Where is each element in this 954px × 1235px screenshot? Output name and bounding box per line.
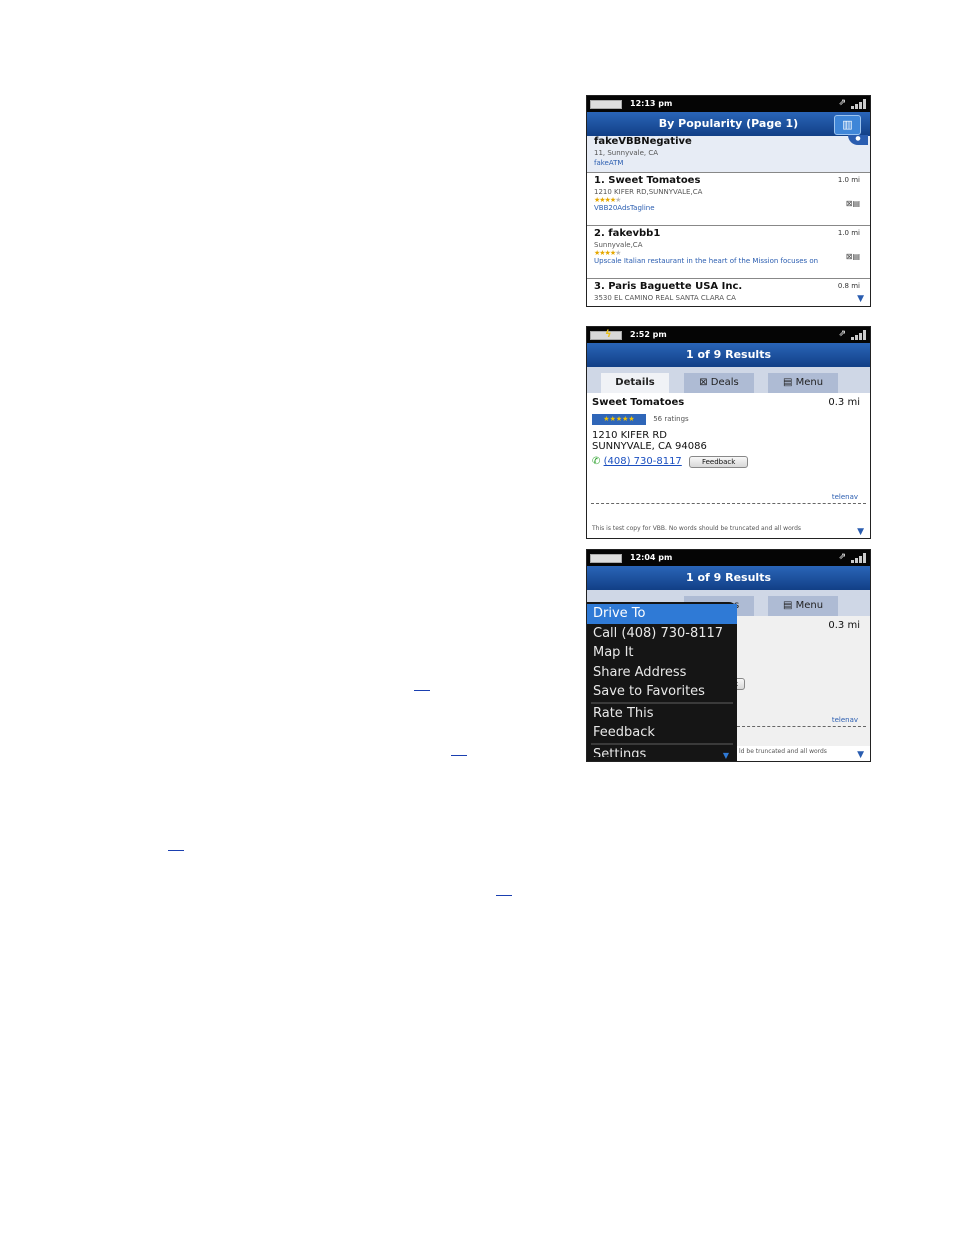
result-distance: 1.0 mi (837, 176, 860, 184)
result-item[interactable]: fakeVBBNegative 11, Sunnyvale, CA fakeAT… (587, 135, 870, 173)
menu-item-save-to-favorites[interactable]: Save to Favorites (587, 682, 737, 702)
menu-item-share-address[interactable]: Share Address (587, 663, 737, 683)
menu-item-rate-this[interactable]: Rate This (587, 704, 737, 724)
place-distance: 0.3 mi (828, 620, 860, 631)
tab-menu[interactable]: ▤ Menu (768, 373, 838, 393)
telenav-logo: telenav (831, 716, 858, 724)
rating-stars: ★★★★★ (594, 249, 621, 257)
deals-menu-icons: ⊠▤ (845, 199, 860, 208)
result-tagline: Upscale Italian restaurant in the heart … (594, 257, 819, 265)
result-item[interactable]: 1. Sweet Tomatoes 1.0 mi 1210 KIFER RD,S… (587, 173, 870, 226)
map-icon: ▥ (842, 118, 853, 131)
context-menu: Drive To Call (408) 730-8117 Map It Shar… (587, 602, 737, 761)
place-distance: 0.3 mi (828, 397, 860, 408)
scroll-down-icon[interactable]: ▼ (857, 294, 864, 304)
telenav-logo: telenav (831, 493, 858, 501)
signal-icon (851, 553, 867, 563)
menu-icon: ▤ (782, 600, 796, 611)
result-tagline: fakeATM (594, 159, 624, 167)
footnote-link[interactable] (451, 755, 467, 756)
title-bar: 1 of 9 Results (587, 566, 870, 590)
address-line2: SUNNYVALE, CA 94086 (592, 441, 707, 452)
phone-link[interactable]: (408) 730-8117 (604, 456, 682, 467)
battery-icon (590, 100, 622, 109)
result-distance: 1.0 mi (837, 229, 860, 237)
scroll-down-icon[interactable]: ▼ (857, 750, 864, 760)
scroll-down-icon[interactable]: ▼ (857, 527, 864, 537)
status-bar: 12:04 pm ⇗ (587, 550, 870, 566)
tab-menu[interactable]: ▤ Menu (768, 596, 838, 616)
menu-item-map-it[interactable]: Map It (587, 643, 737, 663)
details-panel: Sweet Tomatoes 0.3 mi ★★★★★ 56 ratings 1… (587, 393, 870, 523)
rating-stars: ★★★★★ (592, 414, 646, 425)
menu-item-drive-to[interactable]: Drive To (587, 604, 737, 624)
divider (591, 503, 866, 504)
result-item[interactable]: 3. Paris Baguette USA Inc. 0.8 mi 3530 E… (587, 279, 870, 306)
wifi-icon: ⇗ (838, 552, 846, 562)
title-bar: 1 of 9 Results (587, 343, 870, 367)
place-name: Sweet Tomatoes (592, 397, 685, 408)
wifi-icon: ⇗ (838, 329, 846, 339)
signal-icon (851, 99, 867, 109)
page-title: 1 of 9 Results (685, 348, 772, 361)
feedback-button[interactable]: Feedback (688, 456, 749, 468)
divider (737, 726, 866, 727)
map-button[interactable]: ▥ (834, 115, 861, 135)
footer-copy: ld be truncated and all words (739, 748, 827, 755)
signal-icon (851, 330, 867, 340)
phone-icon: ✆ (592, 456, 601, 467)
result-distance: 0.8 mi (837, 282, 860, 290)
tab-deals-label: Deals (710, 377, 739, 388)
page-title: 1 of 9 Results (685, 571, 772, 584)
screenshot-context-menu: 12:04 pm ⇗ 1 of 9 Results s ▤ Menu 0.3 m… (586, 549, 871, 762)
wifi-icon: ⇗ (838, 98, 846, 108)
tab-bar: Details ⊠ Deals ▤ Menu (587, 367, 870, 393)
menu-item-feedback[interactable]: Feedback (587, 723, 737, 743)
screenshot-results-list: 12:13 pm ⇗ By Popularity (Page 1) ▥ fake… (586, 95, 871, 307)
deals-menu-icons: ⊠▤ (845, 252, 860, 261)
footnote-link[interactable] (496, 895, 512, 896)
result-name: 2. fakevbb1 (594, 228, 661, 239)
footer-copy: This is test copy for VBB. No words shou… (592, 525, 802, 532)
address-line1: 1210 KIFER RD (592, 430, 667, 441)
screenshot-details: ϟ 2:52 pm ⇗ 1 of 9 Results Details ⊠ Dea… (586, 326, 871, 539)
page-title: By Popularity (Page 1) (658, 117, 799, 130)
status-time: 2:52 pm (630, 330, 667, 339)
battery-icon (590, 554, 622, 563)
ratings-count: 56 ratings (653, 415, 689, 423)
tab-details[interactable]: Details (601, 373, 669, 393)
menu-item-settings[interactable]: Settings (587, 745, 737, 757)
result-item[interactable]: 2. fakevbb1 1.0 mi Sunnyvale,CA ★★★★★ Up… (587, 226, 870, 279)
menu-scroll-down-icon[interactable]: ▼ (723, 751, 729, 760)
result-address: Sunnyvale,CA (594, 241, 643, 249)
result-name: 1. Sweet Tomatoes (594, 175, 701, 186)
result-name: 3. Paris Baguette USA Inc. (594, 281, 743, 292)
status-time: 12:13 pm (630, 99, 673, 108)
title-bar: By Popularity (Page 1) ▥ (587, 112, 870, 136)
menu-icon: ▤ (782, 377, 796, 388)
result-tagline: VBB20AdsTagline (594, 204, 655, 212)
result-address: 1210 KIFER RD,SUNNYVALE,CA (594, 188, 703, 196)
tab-menu-label: Menu (795, 377, 824, 388)
tab-deals[interactable]: ⊠ Deals (684, 373, 754, 393)
result-name: fakeVBBNegative (594, 136, 692, 147)
deals-icon: ⊠ (699, 377, 711, 388)
rating-stars: ★★★★★ (594, 196, 621, 204)
result-address: 3530 EL CAMINO REAL SANTA CLARA CA (594, 294, 736, 302)
result-address: 11, Sunnyvale, CA (594, 149, 659, 157)
tab-menu-label: Menu (795, 600, 824, 611)
status-bar: ϟ 2:52 pm ⇗ (587, 327, 870, 343)
battery-charging-icon: ϟ (590, 329, 622, 340)
menu-item-call[interactable]: Call (408) 730-8117 (587, 624, 737, 644)
status-time: 12:04 pm (630, 553, 673, 562)
footnote-link[interactable] (414, 690, 430, 691)
status-bar: 12:13 pm ⇗ (587, 96, 870, 112)
footnote-link[interactable] (168, 850, 184, 851)
